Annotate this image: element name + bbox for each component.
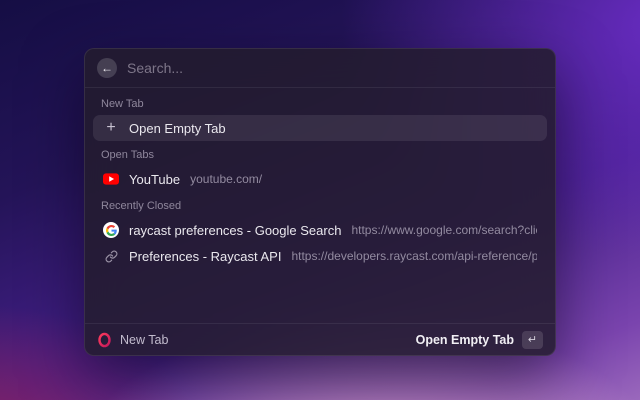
item-title: raycast preferences - Google Search (129, 222, 342, 238)
primary-action-label: Open Empty Tab (415, 332, 514, 347)
list-item-open-empty-tab[interactable]: + Open Empty Tab (93, 115, 547, 141)
item-title: Open Empty Tab (129, 120, 226, 136)
list-item-raycast-api[interactable]: Preferences - Raycast API https://develo… (93, 243, 547, 269)
item-url: https://developers.raycast.com/api-refer… (291, 249, 537, 263)
section-label-new-tab: New Tab (101, 98, 144, 110)
link-icon (103, 248, 119, 264)
list-item-google-search[interactable]: raycast preferences - Google Search http… (93, 217, 547, 243)
search-header: ← (85, 49, 555, 87)
item-url: youtube.com/ (190, 172, 263, 186)
command-palette-window: ← New Tab + Open Empty Tab Open Tabs You… (84, 48, 556, 356)
google-favicon (103, 222, 119, 238)
item-title: Preferences - Raycast API (129, 248, 282, 264)
status-bar: New Tab Open Empty Tab ↵ (85, 324, 555, 355)
list-item-youtube-tab[interactable]: YouTube youtube.com/ (93, 166, 547, 192)
section-label-recently-closed: Recently Closed (101, 200, 182, 212)
desktop-background: { "header": { "back_icon": "←", "search_… (0, 0, 640, 400)
item-url: https://www.google.com/search?client=ope… (351, 223, 537, 237)
footer-app-label: New Tab (120, 332, 169, 347)
primary-action-button[interactable]: Open Empty Tab ↵ (415, 330, 543, 349)
plus-icon: + (106, 118, 116, 136)
back-button[interactable]: ← (97, 58, 117, 78)
empty-space (93, 269, 547, 323)
opera-logo-icon (97, 332, 112, 348)
item-title: YouTube (129, 171, 181, 187)
youtube-favicon (103, 171, 119, 187)
section-label-open-tabs: Open Tabs (101, 149, 155, 161)
search-input[interactable] (127, 60, 543, 76)
enter-key-icon: ↵ (522, 330, 543, 349)
back-arrow-icon: ← (101, 61, 113, 75)
results-list: New Tab + Open Empty Tab Open Tabs YouTu… (85, 88, 555, 323)
